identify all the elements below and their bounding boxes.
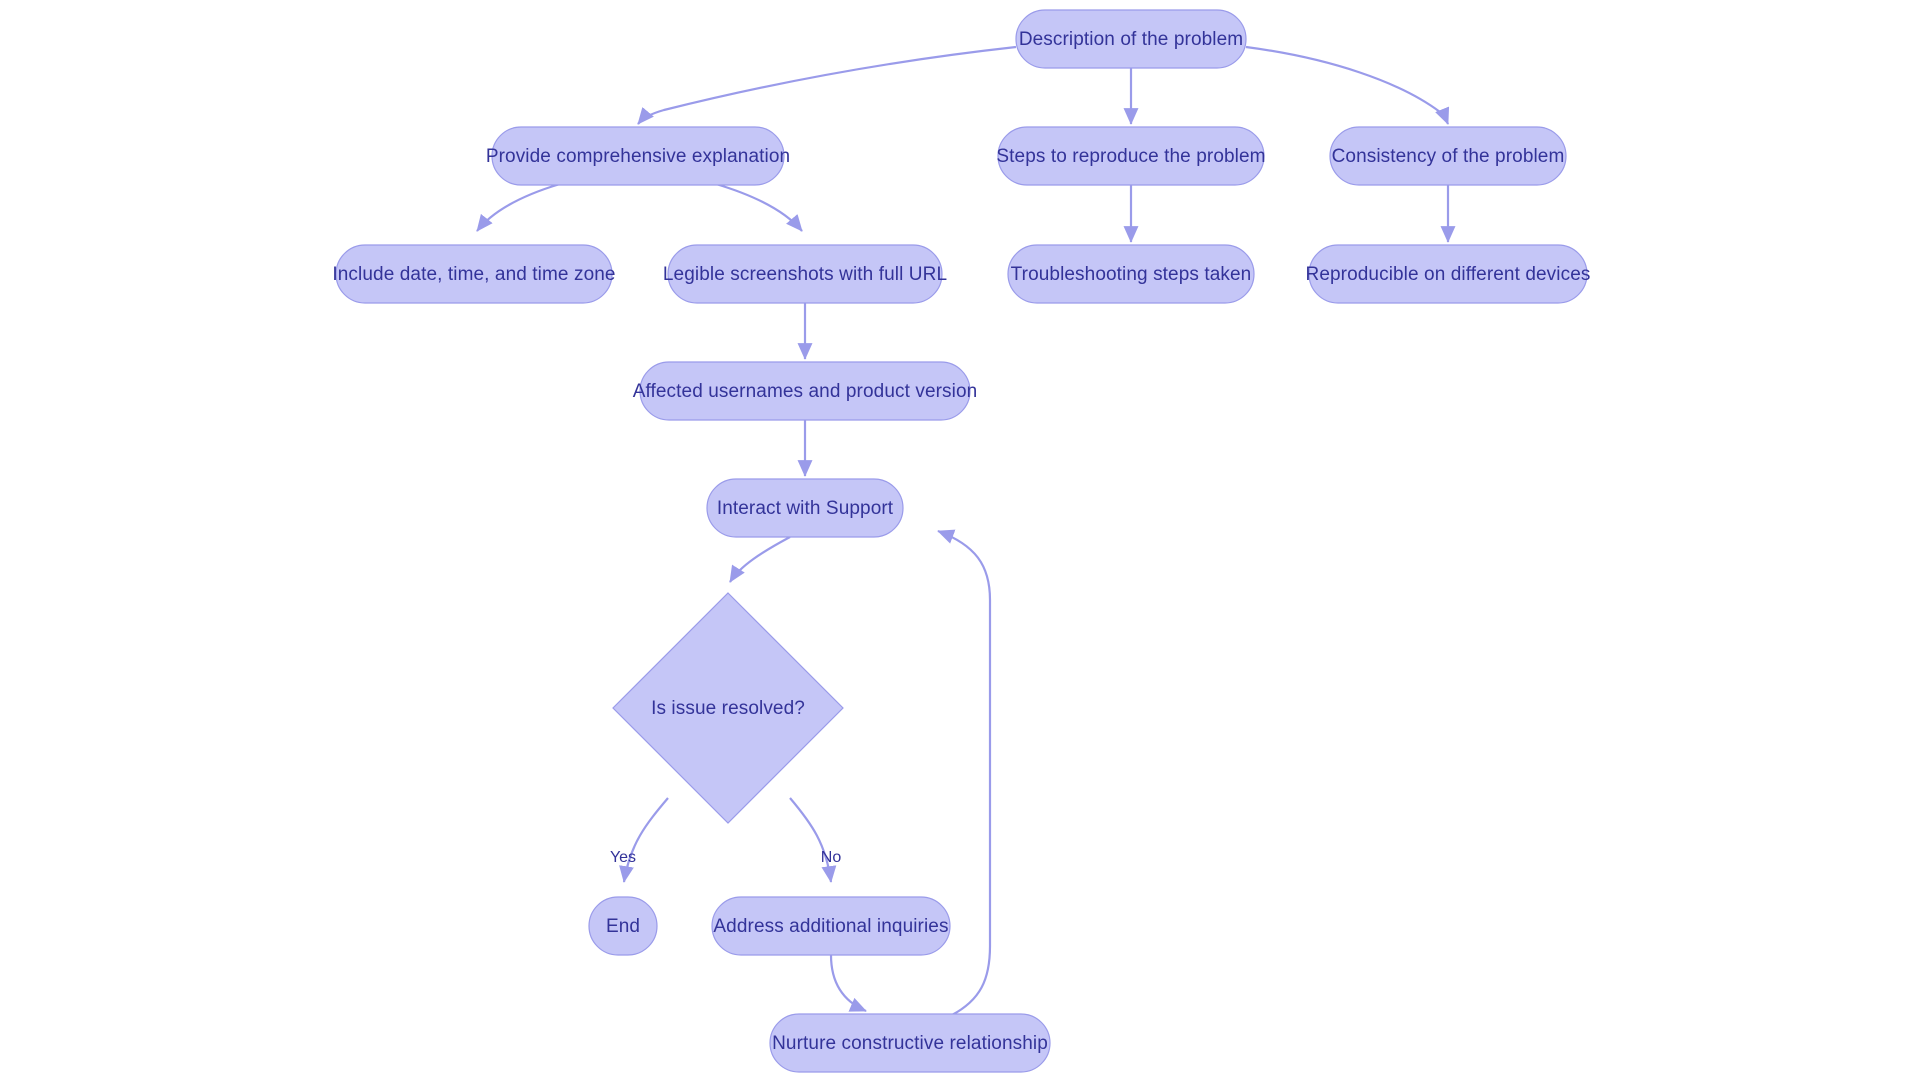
- node-interact-with-support[interactable]: Interact with Support: [706, 478, 904, 538]
- node-label: Legible screenshots with full URL: [663, 264, 947, 285]
- node-label: Nurture constructive relationship: [772, 1033, 1048, 1054]
- node-address-additional-inquiries[interactable]: Address additional inquiries: [711, 896, 951, 956]
- edge-n13-to-n14: [829, 954, 867, 1013]
- edge-n11-to-n13: [789, 797, 837, 883]
- node-label: Interact with Support: [717, 498, 894, 519]
- node-nurture-constructive-relationship[interactable]: Nurture constructive relationship: [769, 1013, 1051, 1073]
- edge-n2-to-n6: [715, 182, 803, 232]
- node-troubleshooting-steps-taken[interactable]: Troubleshooting steps taken: [1007, 244, 1255, 304]
- node-legible-screenshots-with-full-url[interactable]: Legible screenshots with full URL: [663, 244, 947, 304]
- node-label: Troubleshooting steps taken: [1011, 264, 1252, 285]
- edge-n1-to-n4: [1245, 45, 1450, 125]
- edges-layer: [476, 45, 1456, 1016]
- edge-n2-to-n5: [476, 182, 561, 232]
- edge-label-no: No: [821, 849, 842, 866]
- node-label: Consistency of the problem: [1332, 146, 1565, 167]
- node-label: Steps to reproduce the problem: [996, 146, 1265, 167]
- edge-n14-to-n10: [937, 529, 992, 1016]
- node-affected-usernames-and-product-version[interactable]: Affected usernames and product version: [633, 361, 978, 421]
- node-steps-to-reproduce-the-problem[interactable]: Steps to reproduce the problem: [996, 126, 1265, 186]
- node-label: Reproducible on different devices: [1306, 264, 1591, 285]
- node-end[interactable]: End: [588, 896, 658, 956]
- edge-label-yes: Yes: [610, 849, 636, 866]
- node-label: End: [606, 916, 640, 937]
- node-label: Description of the problem: [1019, 29, 1243, 50]
- node-consistency-of-the-problem[interactable]: Consistency of the problem: [1329, 126, 1567, 186]
- node-label: Include date, time, and time zone: [332, 264, 615, 285]
- node-label: Address additional inquiries: [713, 916, 948, 937]
- edge-n1-to-n2: [637, 45, 1017, 125]
- node-description-of-the-problem[interactable]: Description of the problem: [1015, 9, 1247, 69]
- node-label: Is issue resolved?: [651, 698, 805, 719]
- node-provide-comprehensive-explanation[interactable]: Provide comprehensive explanation: [486, 126, 790, 186]
- flowchart-svg: Description of the problem Provide compre…: [332, 9, 1591, 1073]
- edge-n11-to-n12: [619, 797, 669, 883]
- node-reproducible-on-different-devices[interactable]: Reproducible on different devices: [1306, 244, 1591, 304]
- edge-labels-layer: Yes No: [610, 849, 841, 866]
- flowchart-canvas: Description of the problem Provide compre…: [0, 0, 1920, 1080]
- node-is-issue-resolved[interactable]: Is issue resolved?: [612, 592, 844, 824]
- edge-n10-to-n11: [729, 536, 791, 583]
- node-label: Provide comprehensive explanation: [486, 146, 790, 167]
- node-label: Affected usernames and product version: [633, 381, 978, 402]
- nodes-layer: Description of the problem Provide compre…: [332, 9, 1591, 1073]
- node-include-date-time-and-time-zone[interactable]: Include date, time, and time zone: [332, 244, 616, 304]
